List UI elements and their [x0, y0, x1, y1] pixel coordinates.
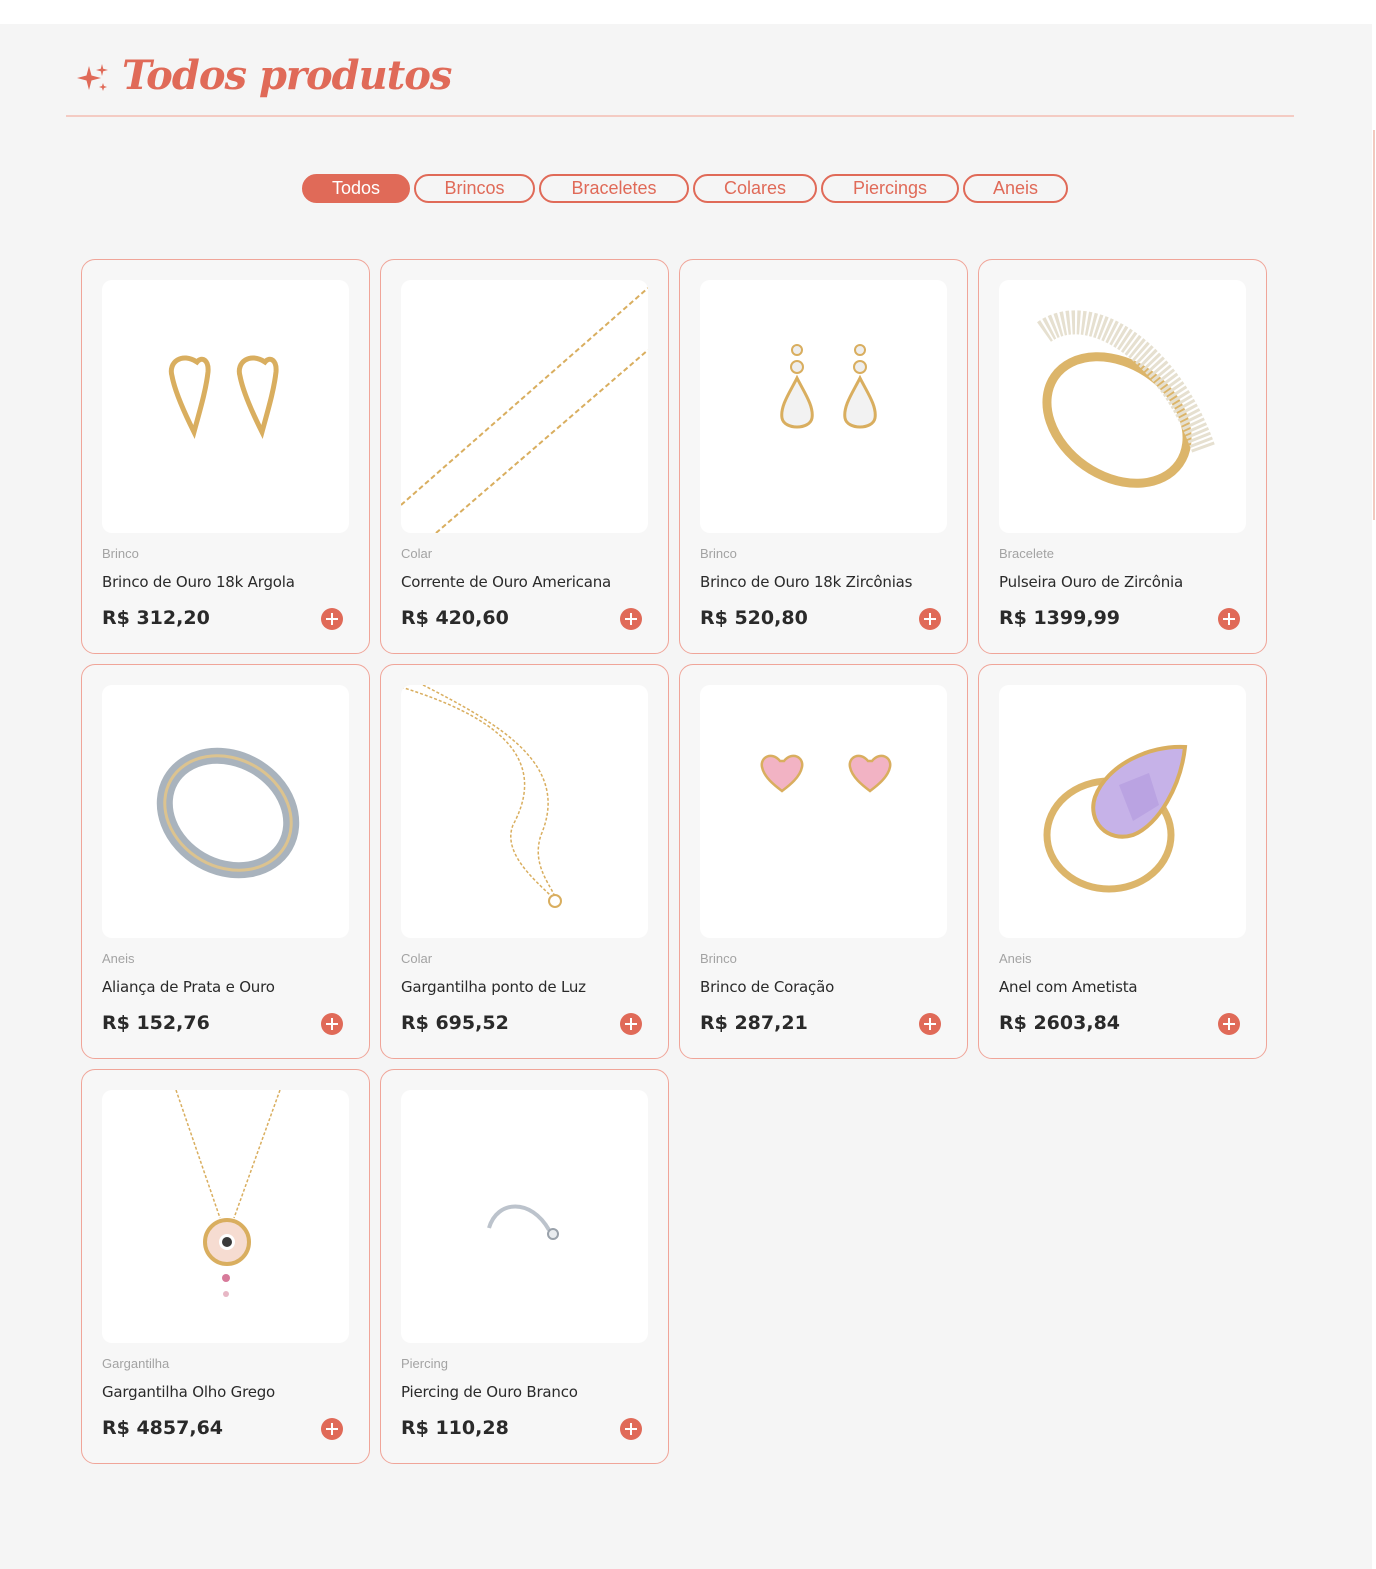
add-to-cart-button[interactable]: [620, 1418, 642, 1440]
add-to-cart-button[interactable]: [1218, 1013, 1240, 1035]
gold-necklace-pendant-image: [401, 685, 562, 908]
gold-chain-image: [401, 287, 648, 533]
sparkle-icon: [77, 64, 108, 91]
product-name: Corrente de Ouro Americana: [401, 573, 611, 591]
product-price: R$ 152,76: [102, 1012, 210, 1034]
product-image: [999, 685, 1246, 938]
product-category: Gargantilha: [102, 1356, 170, 1371]
filter-colares[interactable]: Colares: [693, 174, 817, 203]
product-card[interactable]: Brinco Brinco de Coração R$ 287,21: [679, 664, 968, 1059]
greek-eye-necklace-image: [175, 1090, 281, 1297]
add-to-cart-button[interactable]: [919, 1013, 941, 1035]
product-name: Brinco de Coração: [700, 978, 835, 996]
product-name: Gargantilha Olho Grego: [102, 1383, 276, 1401]
add-to-cart-button[interactable]: [919, 608, 941, 630]
product-image: [700, 280, 947, 533]
product-price: R$ 4857,64: [102, 1417, 224, 1439]
product-card[interactable]: Colar Corrente de Ouro Americana R$ 420,…: [380, 259, 669, 654]
filter-braceletes[interactable]: Braceletes: [539, 174, 689, 203]
product-name: Gargantilha ponto de Luz: [401, 978, 586, 996]
product-name: Aliança de Prata e Ouro: [102, 978, 275, 996]
product-price: R$ 110,28: [401, 1417, 509, 1439]
category-filter-tabs: Todos Brincos Braceletes Colares Piercin…: [302, 174, 1068, 203]
add-to-cart-button[interactable]: [321, 1418, 343, 1440]
product-card[interactable]: Aneis Anel com Ametista R$ 2603,84: [978, 664, 1267, 1059]
product-category: Brinco: [102, 546, 139, 561]
product-card[interactable]: Piercing Piercing de Ouro Branco R$ 110,…: [380, 1069, 669, 1464]
add-to-cart-button[interactable]: [620, 1013, 642, 1035]
filter-aneis[interactable]: Aneis: [963, 174, 1068, 203]
scrollbar-thumb[interactable]: [1373, 130, 1375, 520]
product-price: R$ 287,21: [700, 1012, 808, 1034]
product-image: [401, 280, 648, 533]
amethyst-gold-ring-image: [1043, 744, 1188, 893]
zirconia-gold-bangle-image: [1037, 310, 1216, 488]
product-image: [700, 685, 947, 938]
product-price: R$ 695,52: [401, 1012, 509, 1034]
add-to-cart-button[interactable]: [321, 1013, 343, 1035]
add-to-cart-button[interactable]: [620, 608, 642, 630]
zirconia-drop-earrings-image: [780, 344, 877, 429]
scrollbar[interactable]: [1372, 24, 1376, 1569]
product-name: Pulseira Ouro de Zircônia: [999, 573, 1183, 591]
product-name: Brinco de Ouro 18k Argola: [102, 573, 295, 591]
product-name: Piercing de Ouro Branco: [401, 1383, 578, 1401]
product-card[interactable]: Bracelete Pulseira Ouro de Zircônia R$ 1…: [978, 259, 1267, 654]
product-card[interactable]: Colar Gargantilha ponto de Luz R$ 695,52: [380, 664, 669, 1059]
product-price: R$ 312,20: [102, 607, 210, 629]
white-gold-nose-piercing-image: [487, 1204, 559, 1240]
product-category: Colar: [401, 546, 433, 561]
product-category: Piercing: [401, 1356, 448, 1371]
product-price: R$ 1399,99: [999, 607, 1121, 629]
product-card[interactable]: Aneis Aliança de Prata e Ouro R$ 152,76: [81, 664, 370, 1059]
product-image: [102, 280, 349, 533]
product-price: R$ 520,80: [700, 607, 808, 629]
product-name: Brinco de Ouro 18k Zircônias: [700, 573, 913, 591]
silver-gold-band-ring-image: [156, 747, 300, 879]
product-card[interactable]: Brinco Brinco de Ouro 18k Zircônias R$ 5…: [679, 259, 968, 654]
product-image: [401, 1090, 648, 1343]
product-category: Aneis: [102, 951, 135, 966]
filter-brincos[interactable]: Brincos: [414, 174, 535, 203]
product-card[interactable]: Brinco Brinco de Ouro 18k Argola R$ 312,…: [81, 259, 370, 654]
product-price: R$ 420,60: [401, 607, 509, 629]
product-image: [999, 280, 1246, 533]
product-category: Bracelete: [999, 546, 1054, 561]
product-category: Brinco: [700, 546, 737, 561]
filter-piercings[interactable]: Piercings: [821, 174, 959, 203]
add-to-cart-button[interactable]: [1218, 608, 1240, 630]
product-image: [102, 685, 349, 938]
product-category: Colar: [401, 951, 433, 966]
product-name: Anel com Ametista: [999, 978, 1138, 996]
product-image: [102, 1090, 349, 1343]
product-price: R$ 2603,84: [999, 1012, 1121, 1034]
product-category: Aneis: [999, 951, 1032, 966]
pink-heart-stud-earrings-image: [760, 754, 892, 793]
filter-todos[interactable]: Todos: [302, 174, 410, 203]
product-image: [401, 685, 648, 938]
add-to-cart-button[interactable]: [321, 608, 343, 630]
gold-heart-hoop-earrings-image: [168, 355, 279, 439]
section-header: Todos produtos: [66, 50, 1294, 117]
top-bar: [0, 0, 1376, 24]
product-card[interactable]: Gargantilha Gargantilha Olho Grego R$ 48…: [81, 1069, 370, 1464]
product-category: Brinco: [700, 951, 737, 966]
page-title: Todos produtos: [122, 52, 452, 99]
